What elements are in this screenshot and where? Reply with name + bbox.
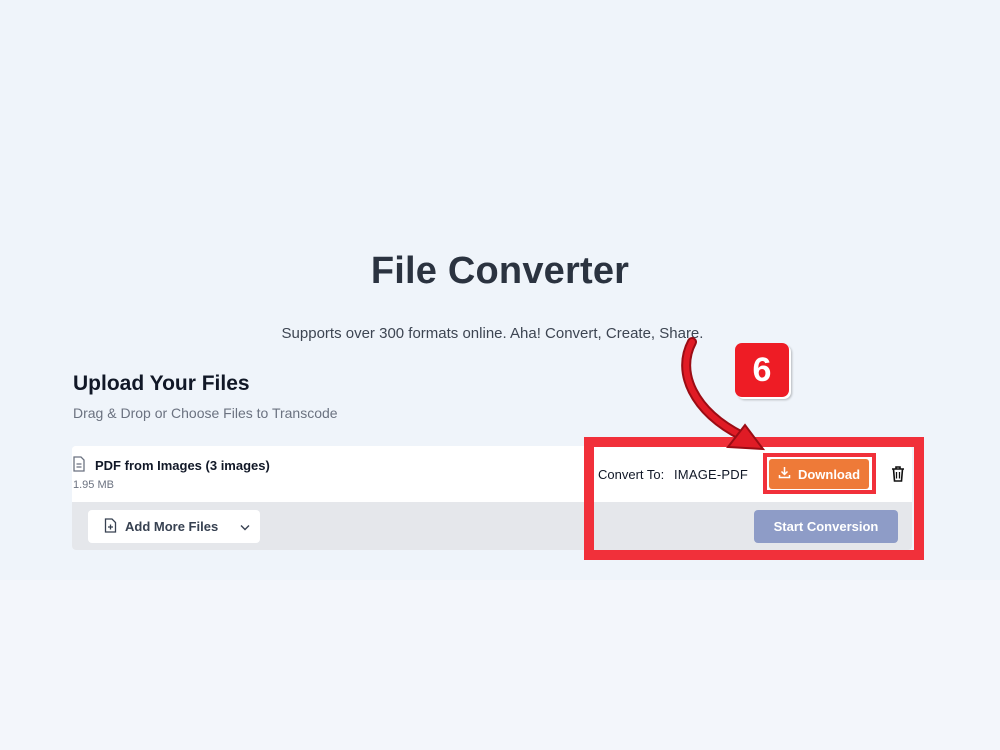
download-label: Download xyxy=(797,466,861,482)
page-subtitle: Supports over 300 formats online. Aha! C… xyxy=(281,325,704,342)
download-button[interactable]: Download xyxy=(769,459,869,489)
add-more-files-label: Add More Files xyxy=(125,519,219,534)
trash-icon[interactable] xyxy=(890,465,906,483)
chevron-down-icon[interactable] xyxy=(240,519,250,534)
start-conversion-button[interactable]: Start Conversion xyxy=(754,510,898,543)
file-card: PDF from Images (3 images) 1.95 MB Conve… xyxy=(72,446,912,550)
file-plus-icon xyxy=(104,517,117,536)
add-more-files-button[interactable]: Add More Files xyxy=(88,510,260,543)
page-title: File Converter xyxy=(370,250,630,292)
download-icon xyxy=(778,466,791,482)
convert-format-select[interactable]: IMAGE-PDF xyxy=(674,467,748,482)
file-row: PDF from Images (3 images) 1.95 MB Conve… xyxy=(72,446,912,502)
convert-to-label: Convert To: xyxy=(598,467,665,482)
upload-subtitle: Drag & Drop or Choose Files to Transcode xyxy=(73,405,338,421)
document-icon xyxy=(72,456,86,472)
step-number-badge: 6 xyxy=(735,343,789,397)
file-actions-row: Add More Files Start Conversion xyxy=(72,502,912,550)
upload-title: Upload Your Files xyxy=(73,372,250,395)
file-name: PDF from Images (3 images) xyxy=(95,458,270,473)
file-size: 1.95 MB xyxy=(73,479,114,491)
